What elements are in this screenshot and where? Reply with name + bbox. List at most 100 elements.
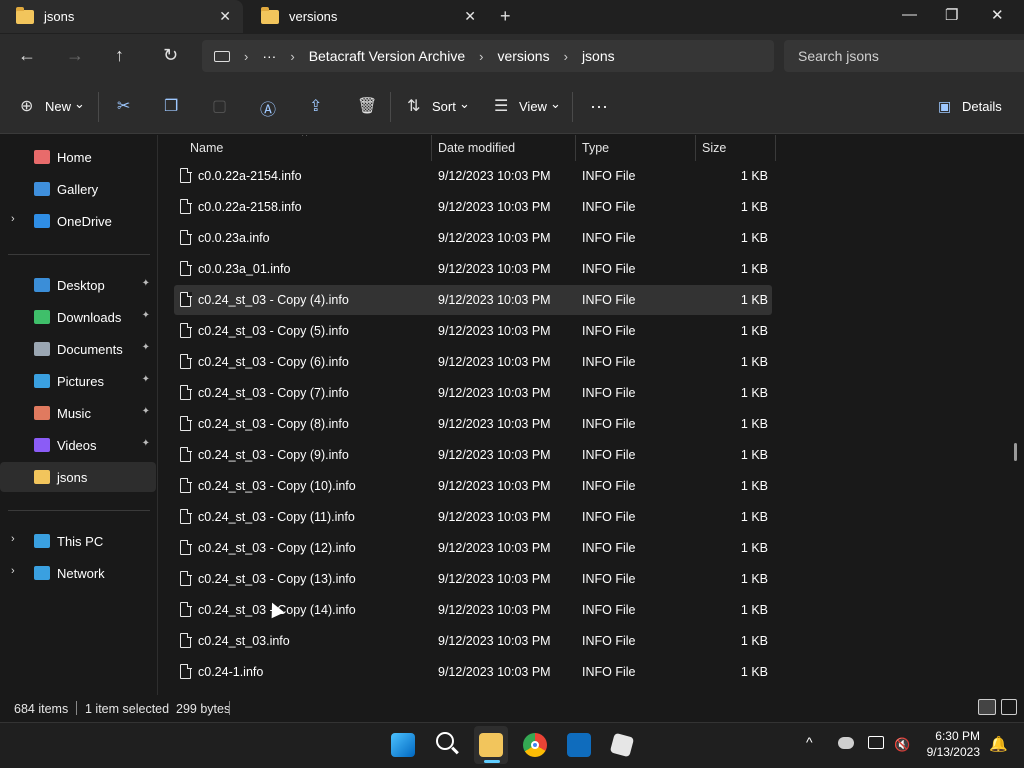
file-name: c0.24_st_03 - Copy (11).info bbox=[198, 510, 355, 524]
chevron-down-icon: ⌄ bbox=[74, 96, 85, 111]
copy-icon[interactable]: ❐ bbox=[164, 96, 178, 116]
file-icon bbox=[180, 539, 192, 555]
breadcrumb-versions[interactable]: versions bbox=[497, 48, 549, 64]
jsons-icon bbox=[34, 470, 50, 484]
file-date: 9/12/2023 10:03 PM bbox=[438, 479, 551, 493]
clock-date[interactable]: 9/13/2023 bbox=[918, 745, 980, 759]
refresh-button[interactable]: ↻ bbox=[163, 45, 178, 66]
tiles-view-icon[interactable] bbox=[1001, 699, 1017, 715]
close-tab-icon[interactable]: ✕ bbox=[219, 8, 231, 25]
file-name: c0.24_st_03 - Copy (8).info bbox=[198, 417, 349, 431]
address-bar[interactable]: › ··· › Betacraft Version Archive › vers… bbox=[202, 40, 774, 72]
column-divider[interactable] bbox=[695, 135, 696, 161]
paste-icon[interactable]: ▢ bbox=[212, 96, 227, 116]
table-row[interactable]: c0.24_st_03 - Copy (11).info 9/12/2023 1… bbox=[174, 502, 772, 532]
expand-chevron-icon[interactable]: › bbox=[11, 565, 15, 577]
table-row[interactable]: c0.24_st_03 - Copy (12).info 9/12/2023 1… bbox=[174, 533, 772, 563]
file-type: INFO File bbox=[582, 417, 636, 431]
table-row[interactable]: c0.0.23a_01.info 9/12/2023 10:03 PM INFO… bbox=[174, 254, 772, 284]
table-row[interactable]: c0.0.22a-2158.info 9/12/2023 10:03 PM IN… bbox=[174, 192, 772, 222]
network-icon[interactable] bbox=[868, 736, 884, 749]
close-window-button[interactable]: ✕ bbox=[991, 6, 1004, 24]
cut-icon[interactable]: ✂ bbox=[117, 96, 130, 116]
microsoft-store-icon[interactable] bbox=[567, 733, 591, 757]
file-size: 1 KB bbox=[740, 541, 768, 555]
details-view-icon[interactable] bbox=[978, 699, 996, 715]
sidebar-item-downloads[interactable]: Downloads ✦ bbox=[0, 302, 156, 332]
sidebar-item-music[interactable]: Music ✦ bbox=[0, 398, 156, 428]
sidebar-item-videos[interactable]: Videos ✦ bbox=[0, 430, 156, 460]
view-button[interactable]: View bbox=[519, 99, 547, 114]
column-divider[interactable] bbox=[775, 135, 776, 161]
column-header-name[interactable]: Name bbox=[190, 135, 223, 161]
file-size: 1 KB bbox=[740, 572, 768, 586]
file-size: 1 KB bbox=[740, 231, 768, 245]
up-button[interactable]: ↑ bbox=[115, 45, 124, 66]
close-tab-icon[interactable]: ✕ bbox=[464, 8, 476, 25]
sidebar-item-gallery[interactable]: Gallery bbox=[0, 174, 156, 204]
expand-chevron-icon[interactable]: › bbox=[11, 533, 15, 545]
vertical-scrollbar[interactable] bbox=[1014, 443, 1017, 461]
music-icon bbox=[34, 406, 50, 420]
volume-muted-icon[interactable]: 🔇 bbox=[894, 737, 910, 753]
view-icon: ☰ bbox=[494, 98, 509, 115]
forward-button[interactable]: → bbox=[66, 45, 84, 66]
column-header-date[interactable]: Date modified bbox=[438, 135, 515, 161]
tab-jsons[interactable]: jsons ✕ bbox=[0, 0, 243, 33]
table-row[interactable]: c0.24-1.info 9/12/2023 10:03 PM INFO Fil… bbox=[174, 657, 772, 687]
table-row[interactable]: c0.24_st_03 - Copy (7).info 9/12/2023 10… bbox=[174, 378, 772, 408]
table-row[interactable]: c0.24_st_03 - Copy (5).info 9/12/2023 10… bbox=[174, 316, 772, 346]
maximize-button[interactable]: ❐ bbox=[945, 6, 958, 24]
delete-icon[interactable]: 🗑 bbox=[357, 96, 377, 116]
start-icon[interactable] bbox=[391, 733, 415, 757]
sidebar-item-documents[interactable]: Documents ✦ bbox=[0, 334, 156, 364]
minimize-button[interactable]: — bbox=[902, 6, 917, 23]
details-pane-icon: ▣ bbox=[938, 98, 952, 114]
rename-icon[interactable]: Ⓐ bbox=[260, 96, 276, 120]
back-button[interactable]: ← bbox=[18, 45, 36, 66]
table-row[interactable]: c0.0.23a.info 9/12/2023 10:03 PM INFO Fi… bbox=[174, 223, 772, 253]
new-tab-button[interactable]: + bbox=[500, 6, 511, 27]
share-icon[interactable]: ⇪ bbox=[309, 96, 322, 116]
show-hidden-icons-button[interactable]: ^ bbox=[806, 734, 813, 750]
expand-chevron-icon[interactable]: › bbox=[11, 213, 15, 225]
sidebar-item-jsons[interactable]: jsons bbox=[0, 462, 156, 492]
table-row[interactable]: c0.24_st_03.info 9/12/2023 10:03 PM INFO… bbox=[174, 626, 772, 656]
file-type: INFO File bbox=[582, 200, 636, 214]
clock-time[interactable]: 6:30 PM bbox=[918, 729, 980, 743]
more-options-button[interactable]: ··· bbox=[590, 96, 608, 117]
onedrive-tray-icon[interactable] bbox=[838, 737, 854, 749]
sidebar-item-this-pc[interactable]: › This PC bbox=[0, 526, 156, 556]
sidebar-item-pictures[interactable]: Pictures ✦ bbox=[0, 366, 156, 396]
sort-button[interactable]: Sort bbox=[432, 99, 456, 114]
table-row[interactable]: c0.24_st_03 - Copy (10).info 9/12/2023 1… bbox=[174, 471, 772, 501]
column-header-size[interactable]: Size bbox=[702, 135, 726, 161]
new-button[interactable]: New bbox=[45, 99, 71, 114]
sidebar-item-onedrive[interactable]: › OneDrive bbox=[0, 206, 156, 236]
file-name: c0.0.22a-2158.info bbox=[198, 200, 302, 214]
column-header-type[interactable]: Type bbox=[582, 135, 609, 161]
column-divider[interactable] bbox=[575, 135, 576, 161]
sidebar-item-desktop[interactable]: Desktop ✦ bbox=[0, 270, 156, 300]
table-row[interactable]: c0.0.22a-2154.info 9/12/2023 10:03 PM IN… bbox=[174, 161, 772, 191]
file-explorer-icon[interactable] bbox=[479, 733, 503, 757]
sidebar-item-network[interactable]: › Network bbox=[0, 558, 156, 588]
table-row[interactable]: c0.24_st_03 - Copy (6).info 9/12/2023 10… bbox=[174, 347, 772, 377]
sidebar-item-label: Downloads bbox=[57, 309, 122, 325]
column-divider[interactable] bbox=[431, 135, 432, 161]
table-row[interactable]: c0.24_st_03 - Copy (9).info 9/12/2023 10… bbox=[174, 440, 772, 470]
breadcrumb-overflow[interactable]: ··· bbox=[262, 48, 276, 64]
tab-versions[interactable]: versions ✕ bbox=[245, 0, 488, 33]
sidebar-item-home[interactable]: Home bbox=[0, 142, 156, 172]
breadcrumb-jsons[interactable]: jsons bbox=[582, 48, 615, 64]
this-pc-icon bbox=[34, 534, 50, 548]
search-input[interactable]: Search jsons bbox=[784, 40, 1024, 72]
details-button[interactable]: Details bbox=[962, 99, 1002, 114]
table-row[interactable]: c0.24_st_03 - Copy (8).info 9/12/2023 10… bbox=[174, 409, 772, 439]
notification-bell-icon[interactable]: 🔔 bbox=[989, 735, 1008, 753]
table-row[interactable]: c0.24_st_03 - Copy (4).info 9/12/2023 10… bbox=[174, 285, 772, 315]
table-row[interactable]: c0.24_st_03 - Copy (13).info 9/12/2023 1… bbox=[174, 564, 772, 594]
table-row[interactable]: c0.24_st_03 - Copy (14).info 9/12/2023 1… bbox=[174, 595, 772, 625]
file-list: Name ^ Date modified Type Size c0.0.22a-… bbox=[159, 135, 1015, 695]
breadcrumb-betacraft[interactable]: Betacraft Version Archive bbox=[309, 48, 465, 64]
